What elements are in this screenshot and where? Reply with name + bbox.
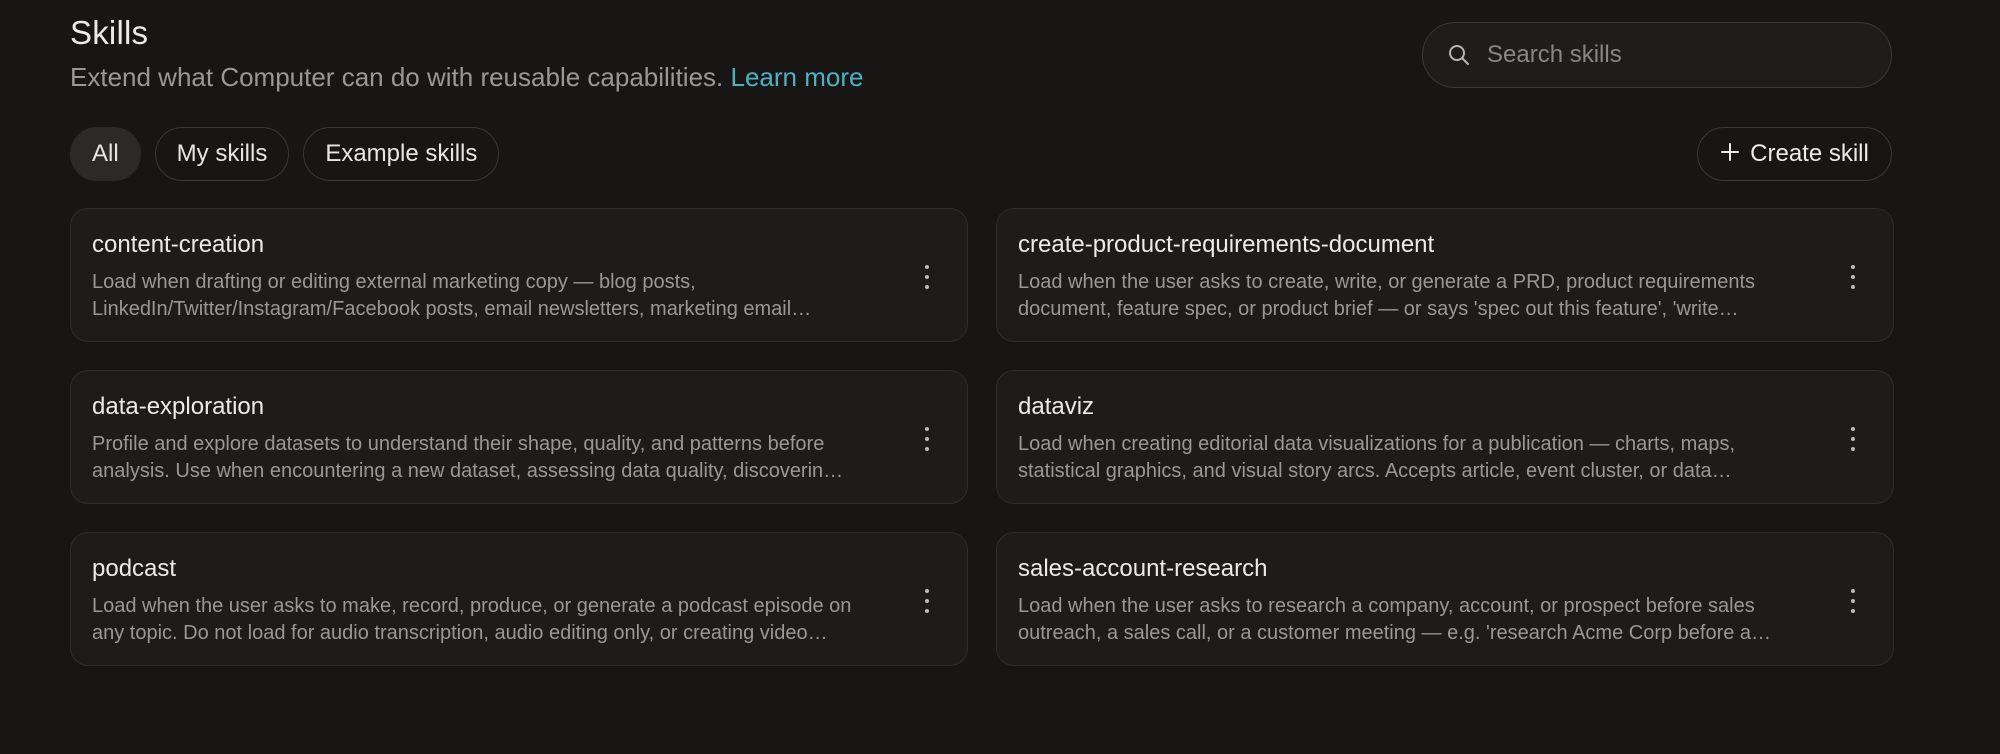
skill-card[interactable]: content-creation Load when drafting or e… [70, 208, 968, 342]
filter-example-skills[interactable]: Example skills [303, 127, 500, 181]
skill-description: Load when the user asks to research a co… [1018, 595, 1772, 644]
search-box[interactable] [1422, 22, 1892, 88]
skill-description: Profile and explore datasets to understa… [92, 433, 844, 482]
skill-name: data-exploration [92, 393, 265, 420]
learn-more-link[interactable]: Learn more [730, 62, 863, 92]
filter-tabs: All My skills Example skills [70, 127, 500, 181]
plus-icon [1720, 138, 1740, 168]
more-options-icon[interactable] [917, 265, 937, 289]
more-options-icon[interactable] [917, 589, 937, 613]
skill-description: Load when the user asks to create, write… [1018, 271, 1756, 320]
search-input[interactable] [1485, 40, 1869, 70]
filter-all[interactable]: All [70, 127, 141, 181]
skill-card[interactable]: podcast Load when the user asks to make,… [70, 532, 968, 666]
skill-card[interactable]: create-product-requirements-document Loa… [996, 208, 1894, 342]
page-subtitle: Extend what Computer can do with reusabl… [70, 62, 863, 93]
skill-name: sales-account-research [1018, 555, 1268, 582]
skill-name: content-creation [92, 231, 265, 258]
skill-name: dataviz [1018, 393, 1095, 420]
skill-card[interactable]: sales-account-research Load when the use… [996, 532, 1894, 666]
skill-description: Load when drafting or editing external m… [92, 271, 812, 320]
more-options-icon[interactable] [1843, 589, 1863, 613]
create-skill-button[interactable]: Create skill [1697, 127, 1892, 181]
skills-page: Skills Extend what Computer can do with … [0, 0, 2000, 754]
more-options-icon[interactable] [1843, 265, 1863, 289]
skill-description: Load when the user asks to make, record,… [92, 595, 852, 644]
skill-name: create-product-requirements-document [1018, 231, 1435, 258]
more-options-icon[interactable] [1843, 427, 1863, 451]
skills-grid: content-creation Load when drafting or e… [70, 208, 1894, 666]
skill-description: Load when creating editorial data visual… [1018, 433, 1736, 482]
filter-my-skills[interactable]: My skills [154, 127, 290, 181]
subtitle-text: Extend what Computer can do with reusabl… [70, 62, 724, 92]
skill-card[interactable]: data-exploration Profile and explore dat… [70, 370, 968, 504]
page-title: Skills [70, 14, 149, 51]
skill-card[interactable]: dataviz Load when creating editorial dat… [996, 370, 1894, 504]
search-icon [1445, 41, 1473, 69]
create-skill-label: Create skill [1750, 140, 1869, 167]
skill-name: podcast [92, 555, 177, 582]
more-options-icon[interactable] [917, 427, 937, 451]
